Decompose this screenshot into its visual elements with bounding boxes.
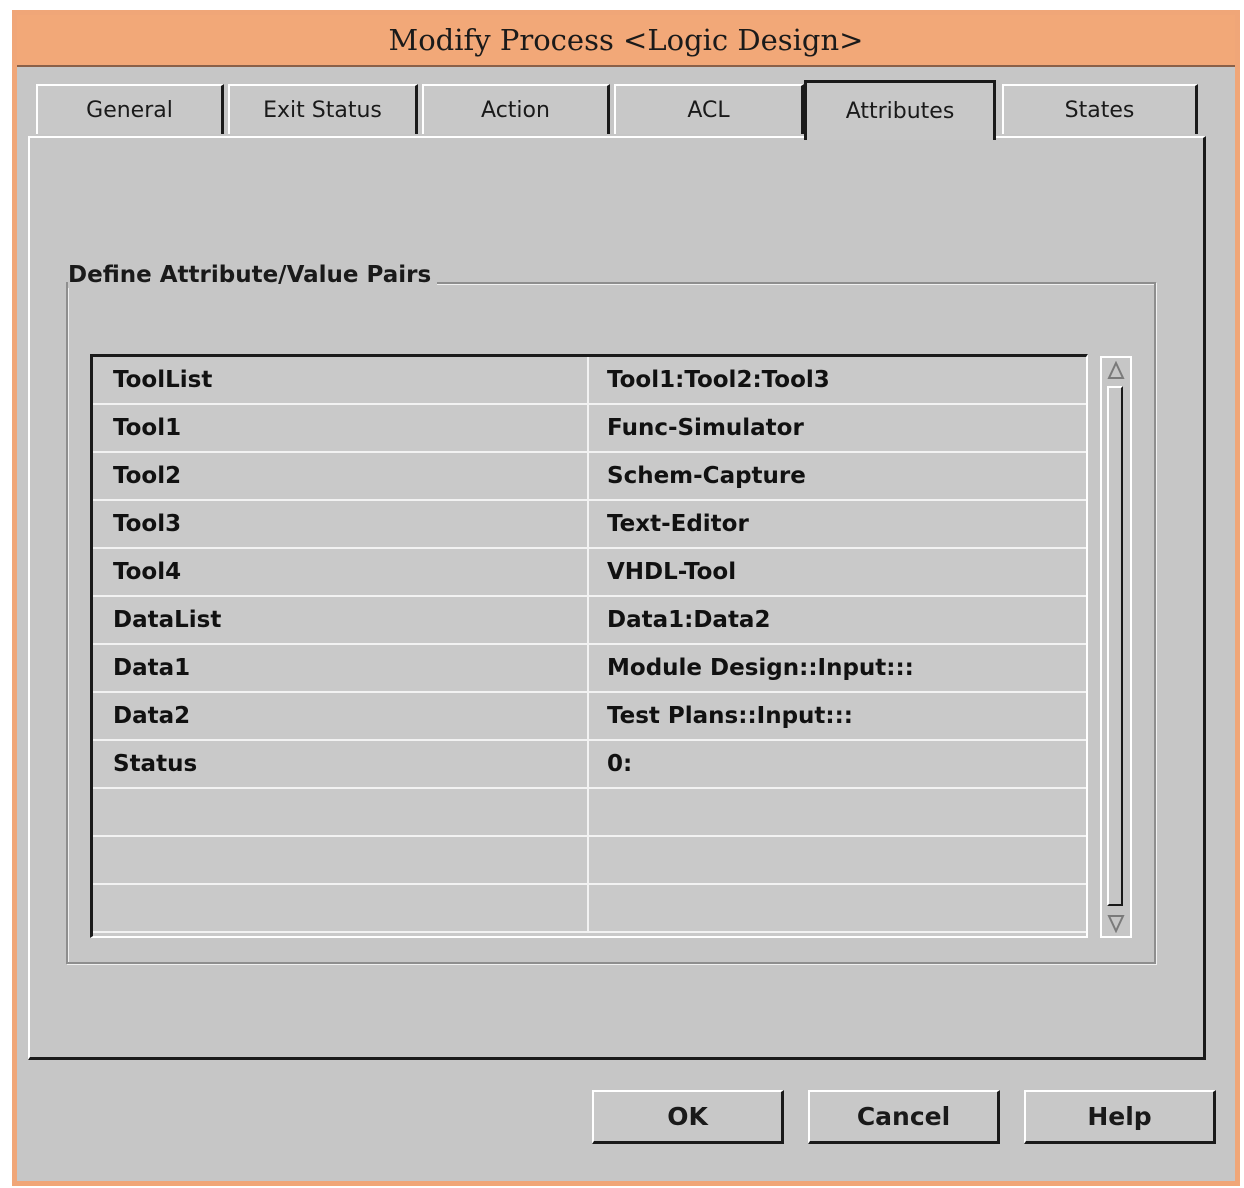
scroll-down-arrow-icon[interactable]	[1106, 912, 1126, 934]
attribute-cell[interactable]: Data1	[93, 645, 589, 693]
attribute-cell[interactable]	[93, 789, 589, 837]
attribute-cell[interactable]: Tool4	[93, 549, 589, 597]
value-cell[interactable]: Module Design::Input:::	[589, 645, 1086, 693]
value-cell[interactable]	[589, 885, 1086, 933]
table-row[interactable]	[93, 789, 1086, 837]
help-button[interactable]: Help	[1024, 1090, 1216, 1144]
value-cell[interactable]: Func-Simulator	[589, 405, 1086, 453]
table-row[interactable]: Tool1 Func-Simulator	[93, 405, 1086, 453]
table-row[interactable]: Tool4 VHDL-Tool	[93, 549, 1086, 597]
attribute-cell[interactable]: ToolList	[93, 357, 589, 405]
table-row[interactable]: ToolList Tool1:Tool2:Tool3	[93, 357, 1086, 405]
table-row[interactable]: Data1 Module Design::Input:::	[93, 645, 1086, 693]
attribute-cell[interactable]: Tool1	[93, 405, 589, 453]
scroll-thumb[interactable]	[1107, 386, 1123, 906]
vertical-scrollbar[interactable]	[1100, 356, 1132, 938]
table-row[interactable]: Status 0:	[93, 741, 1086, 789]
value-cell[interactable]	[589, 789, 1086, 837]
tab-attributes[interactable]: Attributes	[804, 80, 996, 140]
attribute-cell[interactable]: Status	[93, 741, 589, 789]
attribute-cell[interactable]	[93, 837, 589, 885]
group-label: Define Attribute/Value Pairs	[68, 262, 438, 288]
value-cell[interactable]: Data1:Data2	[589, 597, 1086, 645]
table-row[interactable]: DataList Data1:Data2	[93, 597, 1086, 645]
attribute-cell[interactable]	[93, 885, 589, 933]
value-cell[interactable]: Schem-Capture	[589, 453, 1086, 501]
window-title: Modify Process <Logic Design>	[17, 15, 1235, 67]
tab-acl[interactable]: ACL	[614, 84, 804, 134]
table-row[interactable]	[93, 837, 1086, 885]
ok-button[interactable]: OK	[592, 1090, 784, 1144]
attribute-value-table: ToolList Tool1:Tool2:Tool3 Tool1 Func-Si…	[90, 354, 1088, 938]
attribute-cell[interactable]: Data2	[93, 693, 589, 741]
table-row[interactable]: Tool2 Schem-Capture	[93, 453, 1086, 501]
table-row[interactable]: Tool3 Text-Editor	[93, 501, 1086, 549]
attribute-cell[interactable]: Tool2	[93, 453, 589, 501]
value-cell[interactable]: Test Plans::Input:::	[589, 693, 1086, 741]
value-cell[interactable]: 0:	[589, 741, 1086, 789]
tab-states[interactable]: States	[1002, 84, 1198, 134]
scroll-up-arrow-icon[interactable]	[1106, 360, 1126, 382]
attribute-cell[interactable]: DataList	[93, 597, 589, 645]
table-row[interactable]	[93, 885, 1086, 933]
tab-exit-status[interactable]: Exit Status	[228, 84, 418, 134]
attribute-cell[interactable]: Tool3	[93, 501, 589, 549]
tab-action[interactable]: Action	[422, 84, 610, 134]
value-cell[interactable]: Tool1:Tool2:Tool3	[589, 357, 1086, 405]
value-cell[interactable]	[589, 837, 1086, 885]
value-cell[interactable]: Text-Editor	[589, 501, 1086, 549]
table-row[interactable]: Data2 Test Plans::Input:::	[93, 693, 1086, 741]
tab-general[interactable]: General	[36, 84, 224, 134]
cancel-button[interactable]: Cancel	[808, 1090, 1000, 1144]
value-cell[interactable]: VHDL-Tool	[589, 549, 1086, 597]
